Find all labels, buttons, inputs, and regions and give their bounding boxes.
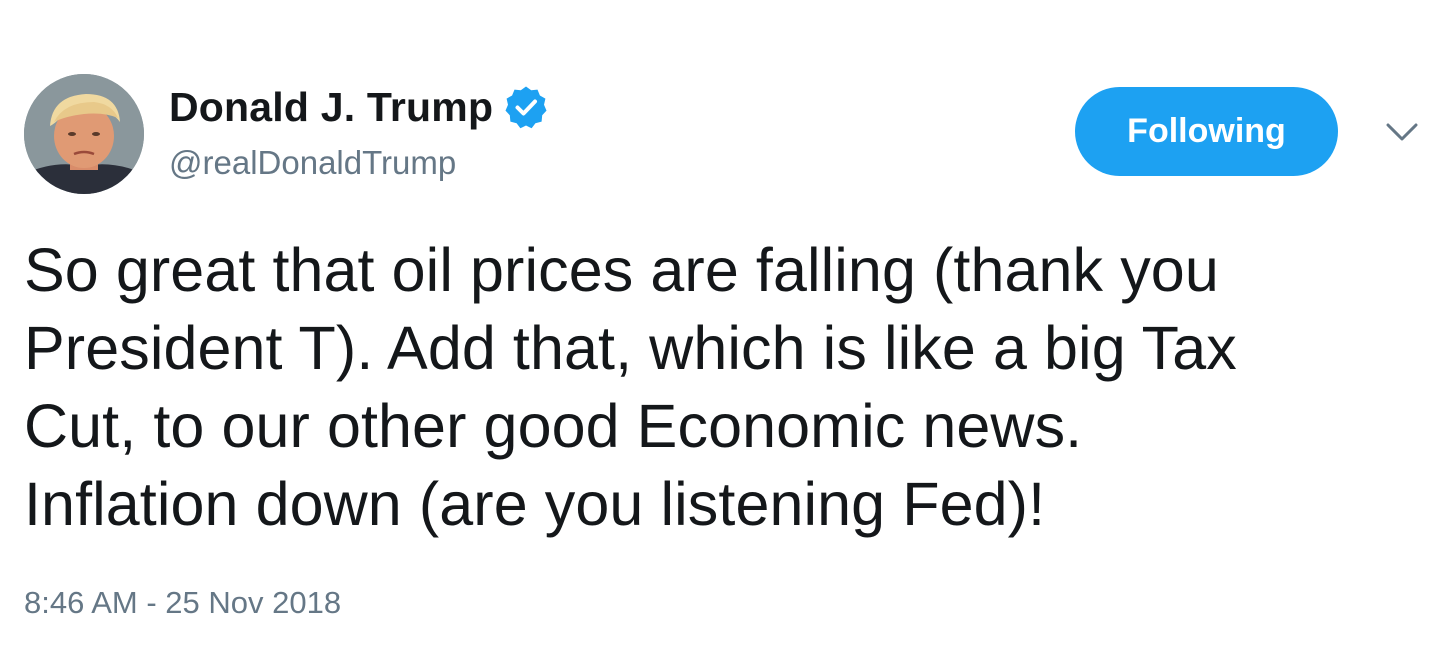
display-name[interactable]: Donald J. Trump bbox=[169, 84, 493, 131]
verified-badge-icon bbox=[504, 85, 548, 129]
tweet-timestamp[interactable]: 8:46 AM - 25 Nov 2018 bbox=[24, 585, 341, 621]
tweet-text: So great that oil prices are falling (th… bbox=[24, 231, 1424, 543]
chevron-down-icon[interactable] bbox=[1384, 117, 1420, 147]
following-button[interactable]: Following bbox=[1075, 87, 1338, 176]
tweet-text-line: So great that oil prices are falling (th… bbox=[24, 236, 1219, 304]
tweet-text-line: Cut, to our other good Economic news. bbox=[24, 392, 1083, 460]
user-handle[interactable]: @realDonaldTrump bbox=[169, 144, 456, 182]
tweet-text-line: President T). Add that, which is like a … bbox=[24, 314, 1237, 382]
avatar-image bbox=[24, 74, 144, 194]
name-row: Donald J. Trump bbox=[169, 82, 548, 132]
avatar[interactable] bbox=[24, 74, 144, 194]
tweet-text-line: Inflation down (are you listening Fed)! bbox=[24, 470, 1046, 538]
tweet-card: Donald J. Trump @realDonaldTrump Followi… bbox=[0, 0, 1440, 658]
